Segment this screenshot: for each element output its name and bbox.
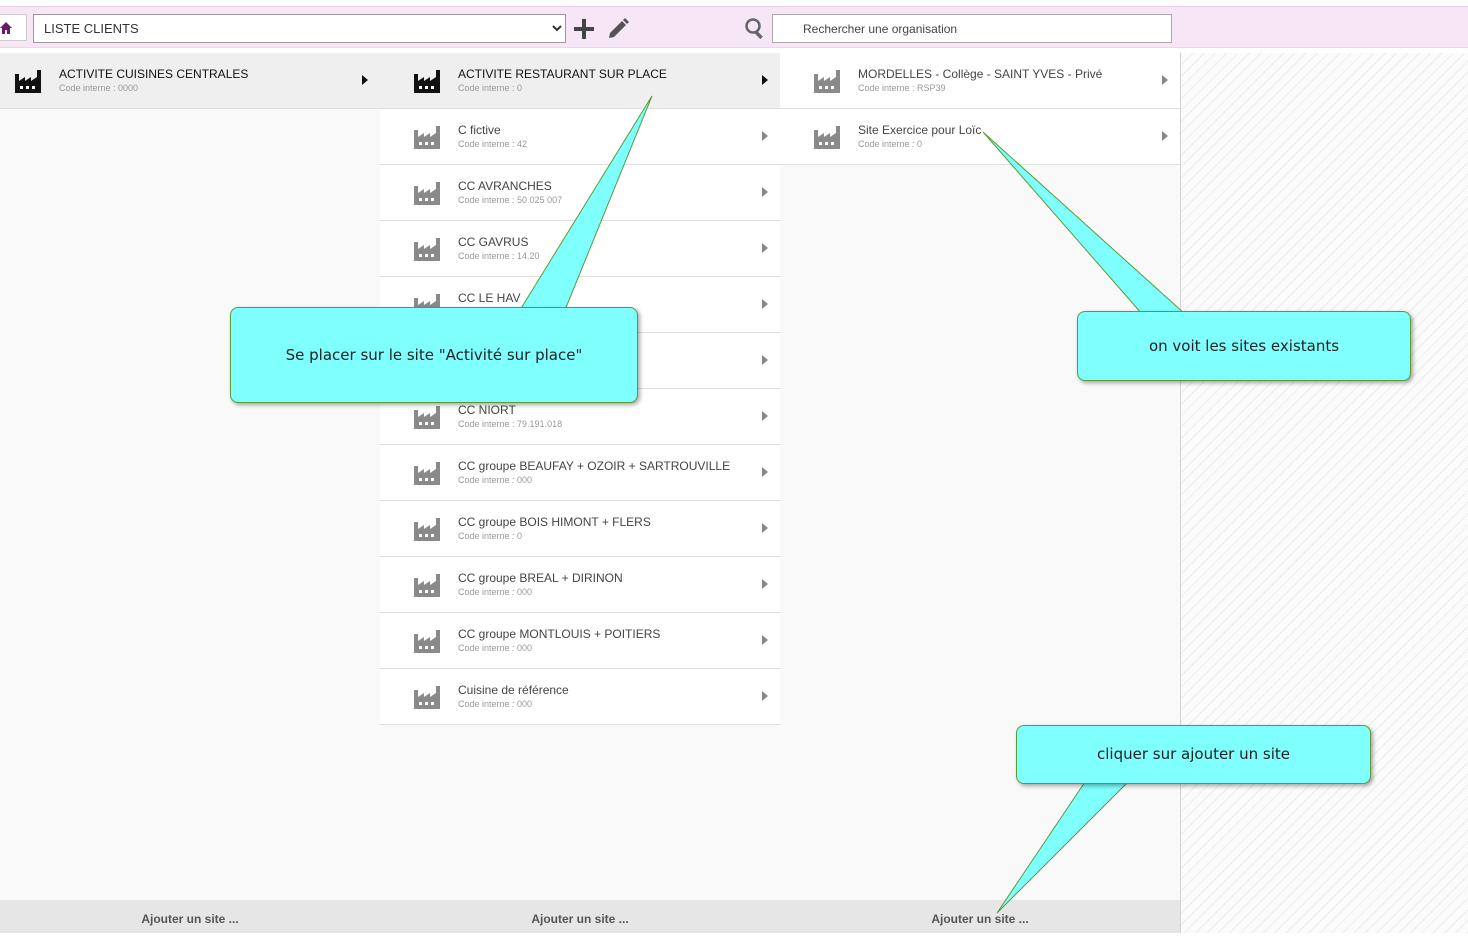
item-code: Code interne : 0 xyxy=(458,83,523,93)
list-item[interactable]: CC groupe BREAL + DIRINON Code interne :… xyxy=(380,557,780,613)
chevron-right-icon xyxy=(762,411,768,421)
add-icon[interactable] xyxy=(572,17,596,41)
item-name: MORDELLES - Collège - SAINT YVES - Privé xyxy=(858,67,1103,81)
chevron-right-icon xyxy=(762,187,768,197)
chevron-right-icon xyxy=(762,579,768,589)
list-item[interactable]: Site Exercice pour Loïc Code interne : 0 xyxy=(780,109,1180,165)
item-code: Code interne : RSP39 xyxy=(858,83,946,93)
list-item[interactable]: CC groupe BOIS HIMONT + FLERS Code inter… xyxy=(380,501,780,557)
empty-column-area xyxy=(1181,53,1468,933)
add-site-button[interactable]: Ajouter un site ... xyxy=(780,900,1180,933)
item-code: Code interne : 50 025 007 xyxy=(458,195,563,205)
factory-icon xyxy=(414,686,440,709)
chevron-right-icon xyxy=(762,243,768,253)
chevron-right-icon xyxy=(362,75,368,85)
search-icon[interactable] xyxy=(743,16,767,40)
item-name: CC LE HAV xyxy=(458,291,521,305)
edit-pencil-icon[interactable] xyxy=(606,17,630,41)
chevron-right-icon xyxy=(762,523,768,533)
item-name: C fictive xyxy=(458,123,501,137)
factory-icon xyxy=(15,70,41,93)
toolbar: LISTE CLIENTS xyxy=(0,6,1468,48)
factory-icon xyxy=(414,630,440,653)
factory-icon xyxy=(414,182,440,205)
item-name: CC AVRANCHES xyxy=(458,179,552,193)
item-code: Code interne : 79.191.018 xyxy=(458,419,563,429)
callout-select-site: Se placer sur le site "Activité sur plac… xyxy=(230,307,638,403)
item-code: Code interne : 0 xyxy=(858,139,923,149)
client-list-select[interactable]: LISTE CLIENTS xyxy=(33,14,566,43)
chevron-right-icon xyxy=(762,355,768,365)
chevron-right-icon xyxy=(762,131,768,141)
column-level-2: ACTIVITE RESTAURANT SUR PLACE Code inter… xyxy=(380,53,781,933)
callout-existing-sites: on voit les sites existants xyxy=(1077,311,1411,381)
list-item[interactable]: CC groupe MONTLOUIS + POITIERS Code inte… xyxy=(380,613,780,669)
list-item[interactable]: CC GAVRUS Code interne : 14.20 xyxy=(380,221,780,277)
item-code: Code interne : 000 xyxy=(458,643,533,653)
item-name: CC NIORT xyxy=(458,403,516,417)
chevron-right-icon xyxy=(762,635,768,645)
factory-icon xyxy=(414,238,440,261)
item-name: CC groupe BEAUFAY + OZOIR + SARTROUVILLE xyxy=(458,459,731,473)
item-name: Cuisine de référence xyxy=(458,683,569,697)
factory-icon xyxy=(814,126,840,149)
item-name: ACTIVITE RESTAURANT SUR PLACE xyxy=(458,67,667,81)
callout-add-site: cliquer sur ajouter un site xyxy=(1016,725,1371,784)
list-item[interactable]: ACTIVITE RESTAURANT SUR PLACE Code inter… xyxy=(380,53,780,109)
callout-text: on voit les sites existants xyxy=(1148,337,1340,355)
factory-icon xyxy=(414,462,440,485)
item-code: Code interne : 000 xyxy=(458,699,533,709)
item-code: Code interne : 14.20 xyxy=(458,251,540,261)
list-item[interactable]: ACTIVITE CUISINES CENTRALES Code interne… xyxy=(0,53,380,109)
column-level-3: MORDELLES - Collège - SAINT YVES - Privé… xyxy=(780,53,1181,933)
home-button[interactable] xyxy=(0,14,27,41)
factory-icon xyxy=(414,518,440,541)
home-icon xyxy=(0,22,12,34)
factory-icon xyxy=(414,126,440,149)
add-site-button[interactable]: Ajouter un site ... xyxy=(0,900,380,933)
item-code: Code interne : 000 xyxy=(458,475,533,485)
item-code: Code interne : 42 xyxy=(458,139,528,149)
factory-icon xyxy=(414,70,440,93)
factory-icon xyxy=(414,406,440,429)
factory-icon xyxy=(414,574,440,597)
chevron-right-icon xyxy=(762,467,768,477)
item-code: Code interne : 0 xyxy=(458,531,523,541)
search-input[interactable] xyxy=(772,14,1172,43)
factory-icon xyxy=(814,70,840,93)
callout-text: cliquer sur ajouter un site xyxy=(1097,745,1290,763)
list-item[interactable]: Cuisine de référence Code interne : 000 xyxy=(380,669,780,725)
item-name: CC groupe BREAL + DIRINON xyxy=(458,571,623,585)
chevron-right-icon xyxy=(762,691,768,701)
chevron-right-icon xyxy=(762,75,768,85)
item-name: Site Exercice pour Loïc xyxy=(858,123,982,137)
item-name: CC groupe BOIS HIMONT + FLERS xyxy=(458,515,651,529)
list-item[interactable]: MORDELLES - Collège - SAINT YVES - Privé… xyxy=(780,53,1180,109)
list-item[interactable]: C fictive Code interne : 42 xyxy=(380,109,780,165)
add-site-button[interactable]: Ajouter un site ... xyxy=(380,900,780,933)
item-name: ACTIVITE CUISINES CENTRALES xyxy=(59,67,249,81)
chevron-right-icon xyxy=(1162,131,1168,141)
item-code: Code interne : 0000 xyxy=(59,83,139,93)
callout-text: Se placer sur le site "Activité sur plac… xyxy=(285,346,583,364)
list-item[interactable]: CC AVRANCHES Code interne : 50 025 007 xyxy=(380,165,780,221)
chevron-right-icon xyxy=(762,299,768,309)
chevron-right-icon xyxy=(1162,75,1168,85)
item-code: Code interne : 000 xyxy=(458,587,533,597)
item-name: CC groupe MONTLOUIS + POITIERS xyxy=(458,627,661,641)
list-item[interactable]: CC groupe BEAUFAY + OZOIR + SARTROUVILLE… xyxy=(380,445,780,501)
item-name: CC GAVRUS xyxy=(458,235,529,249)
column-level-1: ACTIVITE CUISINES CENTRALES Code interne… xyxy=(0,53,381,933)
